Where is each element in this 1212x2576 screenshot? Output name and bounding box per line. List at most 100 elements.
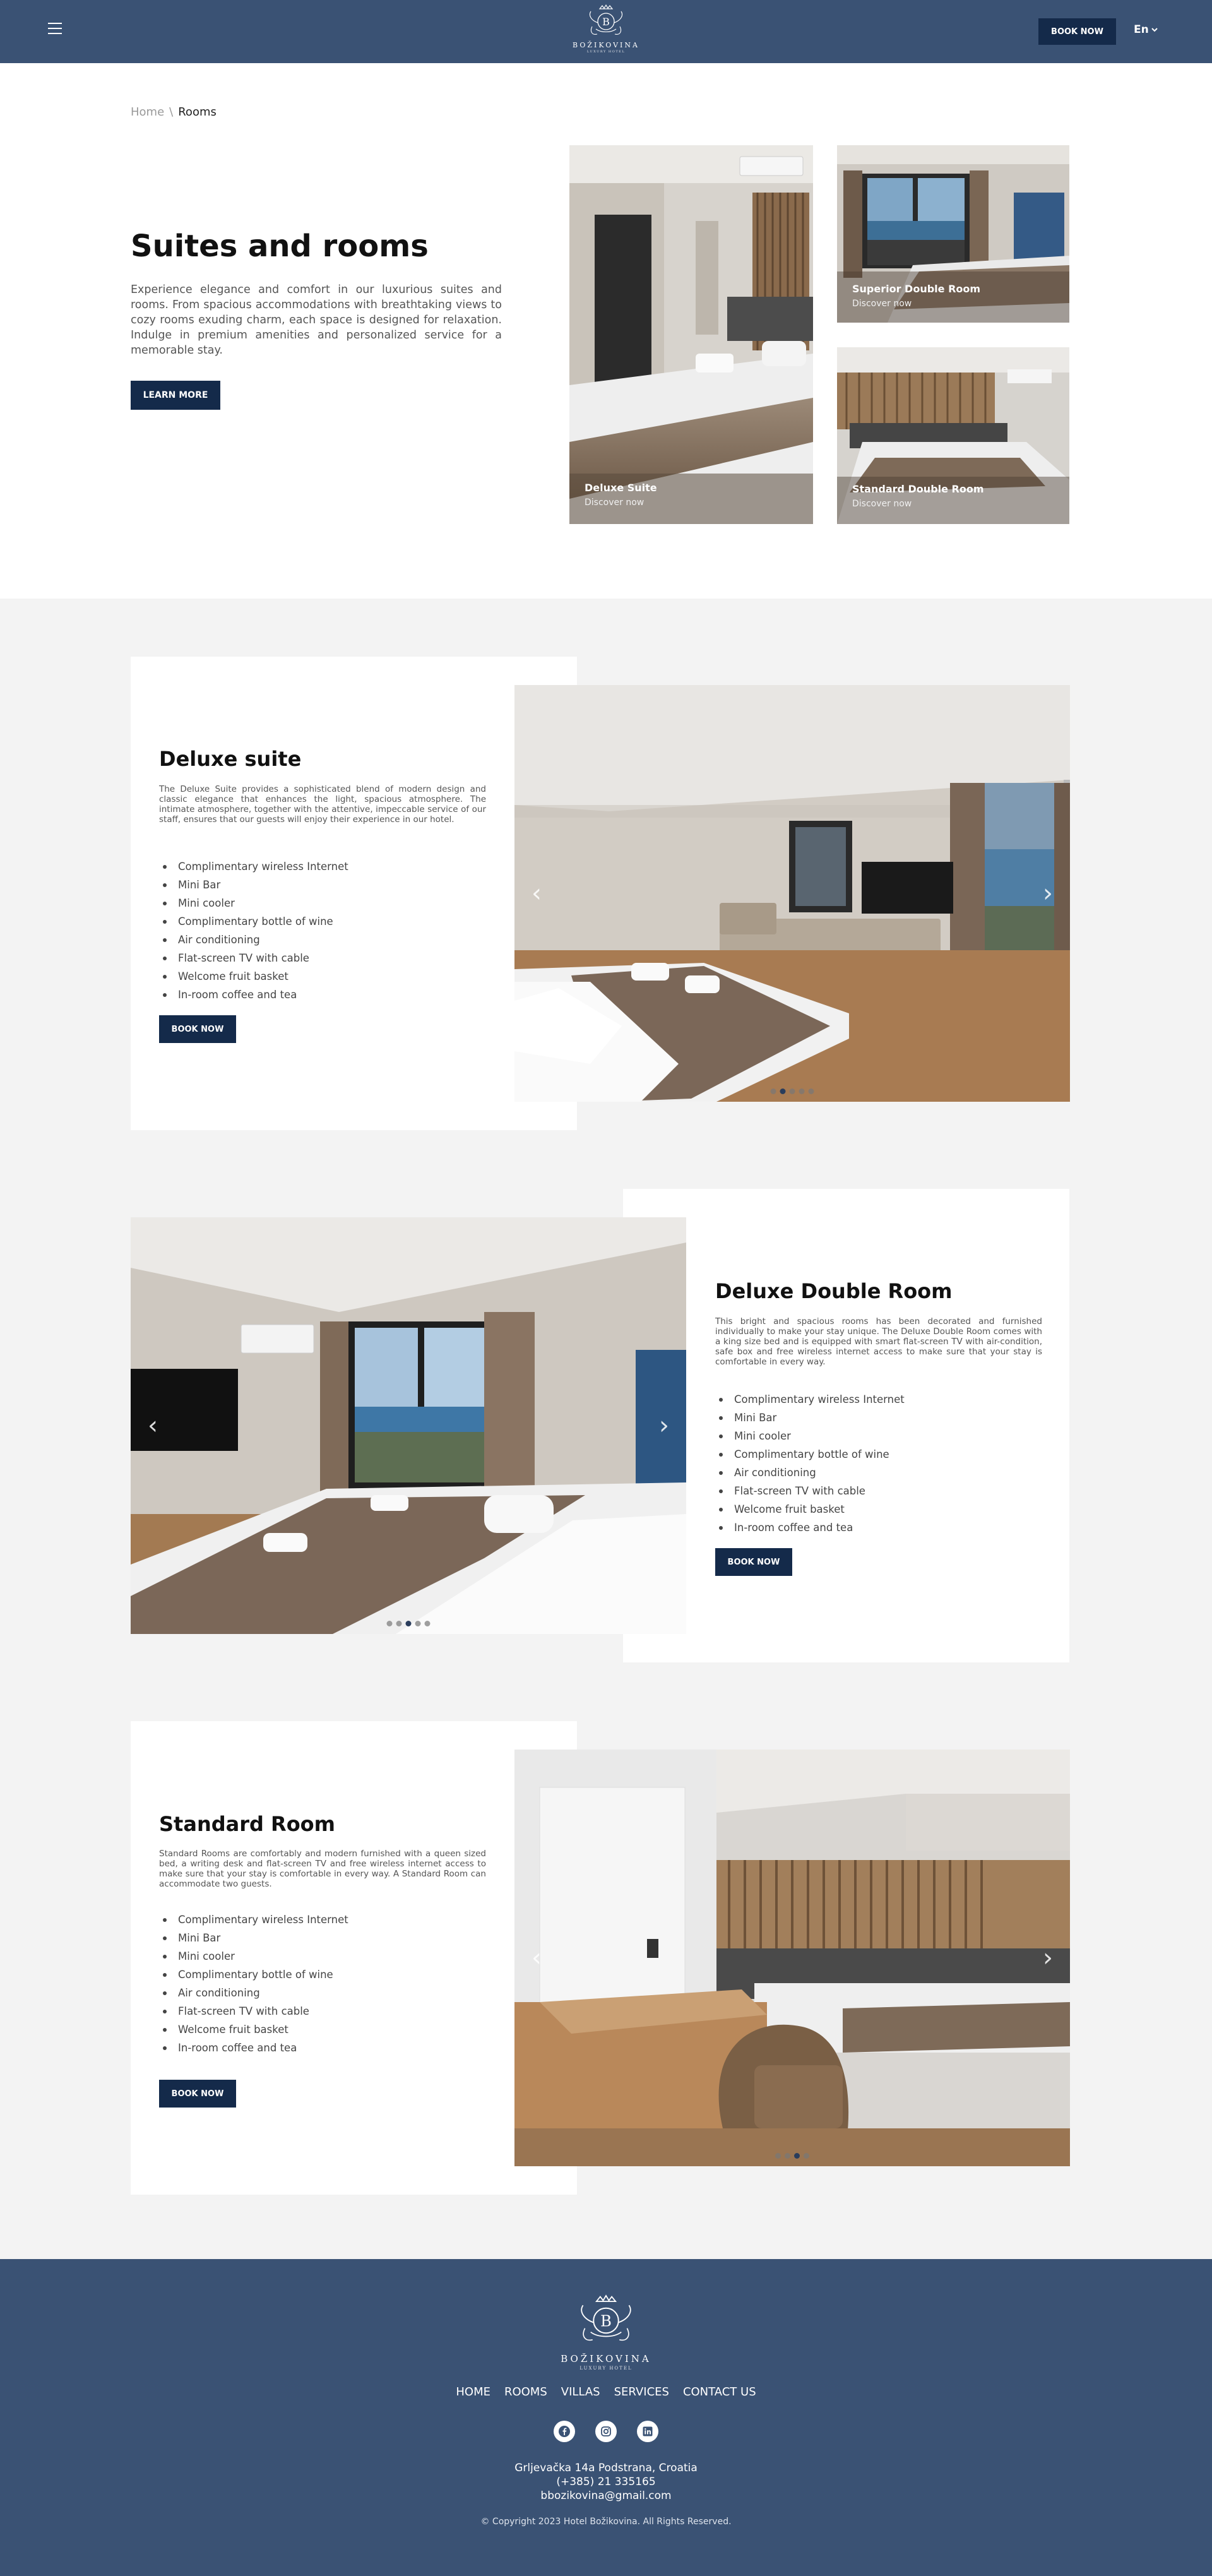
language-label: En — [1134, 23, 1149, 36]
slider-dot[interactable] — [386, 1621, 393, 1626]
room-book-now-button[interactable]: BOOK NOW — [159, 2080, 236, 2108]
hotel-logo[interactable]: B BOŽIKOVINA LUXURY HOTEL — [572, 4, 640, 59]
header-book-now-button[interactable]: BOOK NOW — [1038, 18, 1116, 45]
amenity-item: Complimentary wireless Internet — [715, 1390, 905, 1409]
site-footer: B BOŽIKOVINA LUXURY HOTEL HOME ROOMS VIL… — [0, 2259, 1212, 2576]
amenity-item: Mini cooler — [159, 894, 348, 912]
room-title: Deluxe suite — [159, 747, 302, 771]
tile-discover-link[interactable]: Discover now — [852, 499, 912, 509]
slider-dot[interactable] — [424, 1621, 431, 1626]
room-photo — [837, 145, 1069, 323]
amenity-item: Air conditioning — [159, 931, 348, 949]
slider-dot[interactable] — [780, 1088, 786, 1094]
amenity-item: Air conditioning — [159, 1984, 348, 2002]
amenity-item: Complimentary wireless Internet — [159, 1911, 348, 1929]
room-tile-superior-double[interactable]: Superior Double Room Discover now — [837, 145, 1069, 323]
tile-discover-link[interactable]: Discover now — [585, 498, 644, 508]
slider-dots — [775, 2153, 809, 2159]
amenity-item: Mini Bar — [159, 1929, 348, 1947]
room-title: Standard Room — [159, 1812, 335, 1836]
room-book-now-button[interactable]: BOOK NOW — [159, 1015, 236, 1043]
tile-title: Superior Double Room — [852, 283, 981, 295]
svg-text:B: B — [602, 16, 610, 28]
room-photo — [569, 145, 813, 524]
amenity-item: Mini Bar — [159, 876, 348, 894]
amenities-list: Complimentary wireless Internet Mini Bar… — [159, 857, 348, 1004]
rooms-section: Deluxe suite The Deluxe Suite provides a… — [0, 599, 1212, 2259]
footer-email[interactable]: bbozikovina@gmail.com — [0, 2489, 1212, 2503]
slider-dot[interactable] — [789, 1088, 795, 1094]
footer-nav-villas[interactable]: VILLAS — [561, 2385, 600, 2399]
room-description: This bright and spacious rooms has been … — [715, 1316, 1042, 1367]
room-image-slider[interactable]: ‹ › — [131, 1217, 686, 1634]
linkedin-icon[interactable] — [637, 2421, 658, 2442]
slider-dot[interactable] — [785, 2153, 790, 2159]
hamburger-menu-icon[interactable] — [48, 23, 62, 35]
footer-address: Grljevačka 14a Podstrana, Croatia — [514, 2462, 698, 2474]
room-title: Deluxe Double Room — [715, 1279, 953, 1303]
footer-nav-home[interactable]: HOME — [456, 2385, 490, 2399]
learn-more-button[interactable]: LEARN MORE — [131, 381, 220, 410]
amenity-item: In-room coffee and tea — [159, 2039, 348, 2057]
room-description: The Deluxe Suite provides a sophisticate… — [159, 784, 486, 825]
brand-subtitle: LUXURY HOTEL — [586, 50, 626, 54]
breadcrumb-home-link[interactable]: Home — [131, 105, 164, 119]
slider-dot[interactable] — [396, 1621, 402, 1626]
slider-dot[interactable] — [405, 1621, 412, 1626]
breadcrumb-separator: \ — [169, 105, 174, 119]
amenities-list: Complimentary wireless Internet Mini Bar… — [159, 1911, 348, 2057]
brand-name: BOŽIKOVINA — [573, 41, 639, 49]
slider-dot[interactable] — [415, 1621, 421, 1626]
room-tile-deluxe-suite[interactable]: Deluxe Suite Discover now — [569, 145, 813, 524]
amenity-item: Welcome fruit basket — [159, 2020, 348, 2039]
slider-next-icon[interactable]: › — [1038, 1945, 1057, 1971]
amenities-list: Complimentary wireless Internet Mini Bar… — [715, 1390, 905, 1537]
slider-dots — [386, 1621, 431, 1626]
footer-nav-contact[interactable]: CONTACT US — [683, 2385, 756, 2399]
amenity-item: Flat-screen TV with cable — [159, 949, 348, 967]
amenity-item: Mini cooler — [715, 1427, 905, 1445]
language-selector[interactable]: En — [1134, 23, 1158, 36]
svg-text:B: B — [600, 2312, 612, 2330]
slider-dot[interactable] — [799, 1088, 805, 1094]
facebook-icon[interactable] — [554, 2421, 575, 2442]
breadcrumb-current: Rooms — [178, 105, 217, 119]
amenity-item: Mini cooler — [159, 1947, 348, 1965]
slider-dot[interactable] — [770, 1088, 776, 1094]
site-header: B BOŽIKOVINA LUXURY HOTEL BOOK NOW En — [0, 0, 1212, 63]
breadcrumb: Home \ Rooms — [131, 105, 217, 119]
slider-next-icon[interactable]: › — [1038, 881, 1057, 906]
footer-nav-services[interactable]: SERVICES — [614, 2385, 669, 2399]
slider-dot[interactable] — [775, 2153, 781, 2159]
tile-discover-link[interactable]: Discover now — [852, 299, 912, 309]
page-title: Suites and rooms — [131, 229, 429, 264]
slider-prev-icon[interactable]: ‹ — [143, 1413, 162, 1438]
amenity-item: Welcome fruit basket — [159, 967, 348, 986]
copyright-text: © Copyright 2023 Hotel Božikovina. All R… — [480, 2517, 732, 2527]
amenity-item: In-room coffee and tea — [159, 986, 348, 1004]
social-links — [0, 2421, 1212, 2442]
slider-prev-icon[interactable]: ‹ — [527, 881, 546, 906]
amenity-item: Flat-screen TV with cable — [715, 1482, 905, 1500]
amenity-item: Complimentary bottle of wine — [159, 912, 348, 931]
slider-dot[interactable] — [794, 2153, 800, 2159]
instagram-icon[interactable] — [595, 2421, 617, 2442]
footer-nav-rooms[interactable]: ROOMS — [504, 2385, 547, 2399]
footer-phone[interactable]: (+385) 21 335165 — [0, 2475, 1212, 2489]
amenity-item: Flat-screen TV with cable — [159, 2002, 348, 2020]
room-image-slider[interactable]: ‹ › — [514, 685, 1070, 1102]
slider-dot[interactable] — [808, 1088, 814, 1094]
room-tile-standard-double[interactable]: Standard Double Room Discover now — [837, 347, 1069, 524]
room-photo — [514, 685, 1070, 1102]
room-description: Standard Rooms are comfortably and moder… — [159, 1849, 486, 1889]
room-book-now-button[interactable]: BOOK NOW — [715, 1548, 792, 1576]
slider-next-icon[interactable]: › — [655, 1413, 674, 1438]
amenity-item: In-room coffee and tea — [715, 1518, 905, 1537]
room-image-slider[interactable]: ‹ › — [514, 1750, 1070, 2166]
slider-dot[interactable] — [804, 2153, 809, 2159]
hero-description: Experience elegance and comfort in our l… — [131, 283, 502, 357]
slider-prev-icon[interactable]: ‹ — [527, 1945, 546, 1971]
amenity-item: Welcome fruit basket — [715, 1500, 905, 1518]
footer-logo[interactable]: B BOŽIKOVINA LUXURY HOTEL — [556, 2294, 656, 2371]
tile-title: Standard Double Room — [852, 483, 984, 495]
